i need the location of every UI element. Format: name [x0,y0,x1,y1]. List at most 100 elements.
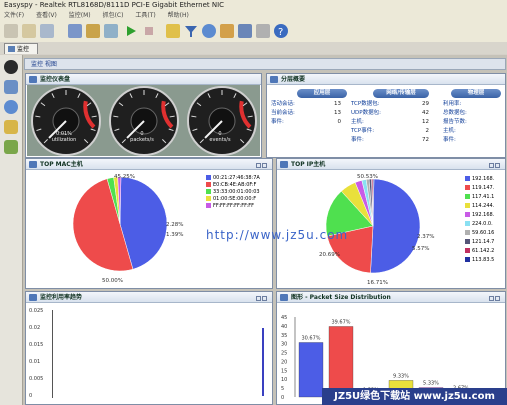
panel-controls[interactable] [255,161,269,168]
y-tick-label: 0 [281,395,284,401]
layer-net-value: 72 [422,137,429,143]
panel-icon [29,294,37,301]
y-tick-label: 10 [281,377,287,383]
toolbar-stats-icon[interactable] [220,24,234,38]
layer-phy-row[interactable]: 主机: [443,127,456,135]
layer-phy-header: 物理层 [451,89,501,98]
sidebar-tools-icon[interactable] [4,140,18,154]
pie-percent-label: 45.25% [114,174,135,180]
utilization-trend-panel: 监控利用率趋势 0.025 0.02 0.015 0.01 0.005 0 [25,291,273,405]
pie-percent-label: 2.37% [417,234,434,240]
bar [298,342,324,398]
sidebar-globe-icon[interactable] [4,100,18,114]
toolbar-settings-icon[interactable] [256,24,270,38]
layer-app-row[interactable]: 活动会话: [271,100,295,108]
y-axis [52,310,53,398]
funnel-icon[interactable] [184,24,198,38]
layer-phy-row[interactable]: 报告节数: [443,118,467,126]
menu-monitor[interactable]: 监控(M) [69,10,91,21]
legend-label: 113.83.5 [472,257,495,263]
layer-net-row[interactable]: UDP数据包: [351,109,381,117]
legend-item: E0:CB:4E:AB:0F:F [206,182,260,189]
menu-bar: 文件(F) 查看(V) 监控(M) 抓包(C) 工具(T) 帮助(H) [0,10,507,21]
y-tick-label: 25 [281,351,287,357]
layer-net-row[interactable]: 主机: [351,118,364,126]
sidebar-monitor-icon[interactable] [4,80,18,94]
layer-net-header: 网络/传输层 [373,89,429,98]
toolbar-network-icon[interactable] [238,24,252,38]
pie-percent-label: 2.28% [166,222,183,228]
toolbar-adapter-icon[interactable] [68,24,82,38]
layer-app-row[interactable]: 当前会话: [271,109,295,117]
y-tick-label: 15 [281,368,287,374]
layer-net-value: 42 [422,110,429,116]
help-icon[interactable]: ? [274,24,288,38]
legend-item: 121.14.7 [465,238,494,247]
legend-item: FF:FF:FF:FF:FF:FF [206,203,260,210]
legend-label: 61.142.2 [472,248,495,254]
legend-label: 119.147. [472,185,495,191]
monitor-tab-icon [8,46,15,52]
legend-label: E0:CB:4E:AB:0F:F [213,182,257,188]
top-ip-panel-header: TOP IP主机 [277,159,505,170]
stop-icon[interactable] [142,24,156,38]
legend-label: 33:33:00:01:00:03 [213,189,260,195]
tab-monitor-label: 监控 [17,46,30,53]
toolbar-save-icon[interactable] [40,24,54,38]
y-tick-label: 45 [281,315,287,321]
packet-size-panel-header: 图形 - Packet Size Distribution [277,292,505,303]
legend-label: 192.168. [472,176,495,182]
legend-item: 114.244. [465,202,494,211]
subtab-monitor-view[interactable]: 监控 视图 [24,58,506,70]
menu-file[interactable]: 文件(F) [4,10,24,21]
gauge-2-unit: packets/s [130,137,154,143]
layer-net-row[interactable]: TCP数据包: [351,100,380,108]
tab-monitor[interactable]: 监控 [4,43,38,54]
pie-percent-label: 16.71% [367,280,388,286]
toolbar-new-icon[interactable] [4,24,18,38]
layer-net-value: 2 [425,128,430,134]
pie-percent-label: 50.53% [357,174,378,180]
utilization-panel-title: 监控利用率趋势 [40,294,83,301]
layer-net-row[interactable]: 事件: [351,136,364,144]
mac-legend: 00:21:27:46:38:7A E0:CB:4E:AB:0F:F 33:33… [206,175,260,210]
menu-capture[interactable]: 抓包(C) [103,10,124,21]
panel-controls[interactable] [488,161,502,168]
play-icon[interactable] [124,24,138,38]
layer-app-row[interactable]: 事件: [271,118,284,126]
gauge-3-unit: events/s [209,137,231,143]
packet-size-panel-title: 图形 - Packet Size Distribution [291,294,391,301]
layer-phy-row[interactable]: 利用率: [443,100,461,108]
toolbar-alarm-icon[interactable] [166,24,180,38]
toolbar-open-icon[interactable] [22,24,36,38]
panel-controls[interactable] [488,294,502,301]
panel-icon [280,161,288,168]
menu-help[interactable]: 帮助(H) [168,10,189,21]
layer-phy-row[interactable]: 事件: [443,136,456,144]
menu-tools[interactable]: 工具(T) [135,10,155,21]
y-tick-label: 30 [281,342,287,348]
layer-app-value: 0 [337,119,342,125]
window-title: Easyspy - Realtek RTL8168D/8111D PCI-E G… [0,0,507,10]
toolbar-globe-icon[interactable] [202,24,216,38]
legend-item: 00:21:27:46:38:7A [206,175,260,182]
toolbar-filter-icon[interactable] [86,24,100,38]
panel-controls[interactable] [255,294,269,301]
top-ip-panel-title: TOP IP主机 [291,161,326,168]
y-tick: 0.015 [29,342,44,348]
layer-net-row[interactable]: TCP事件: [351,127,374,135]
legend-label: 224.0.0. [472,221,493,227]
legend-label: 01:00:5E:00:00:F [213,196,257,202]
watermark-text: http://www.jz5u.com [206,228,349,242]
sidebar-stats-icon[interactable] [4,120,18,134]
sidebar-gauge-icon[interactable] [4,60,18,74]
gauges-panel-title: 监控仪表盘 [40,76,71,83]
menu-view[interactable]: 查看(V) [36,10,57,21]
toolbar-options-icon[interactable] [104,24,118,38]
utilization-spike [262,328,264,396]
left-sidebar [0,55,23,405]
layer-phy-row[interactable]: 总数据包: [443,109,467,117]
layers-panel-header: 分层概要 [267,74,505,85]
layer-app-header: 应用层 [297,89,347,98]
legend-item: 192.168. [465,211,494,220]
